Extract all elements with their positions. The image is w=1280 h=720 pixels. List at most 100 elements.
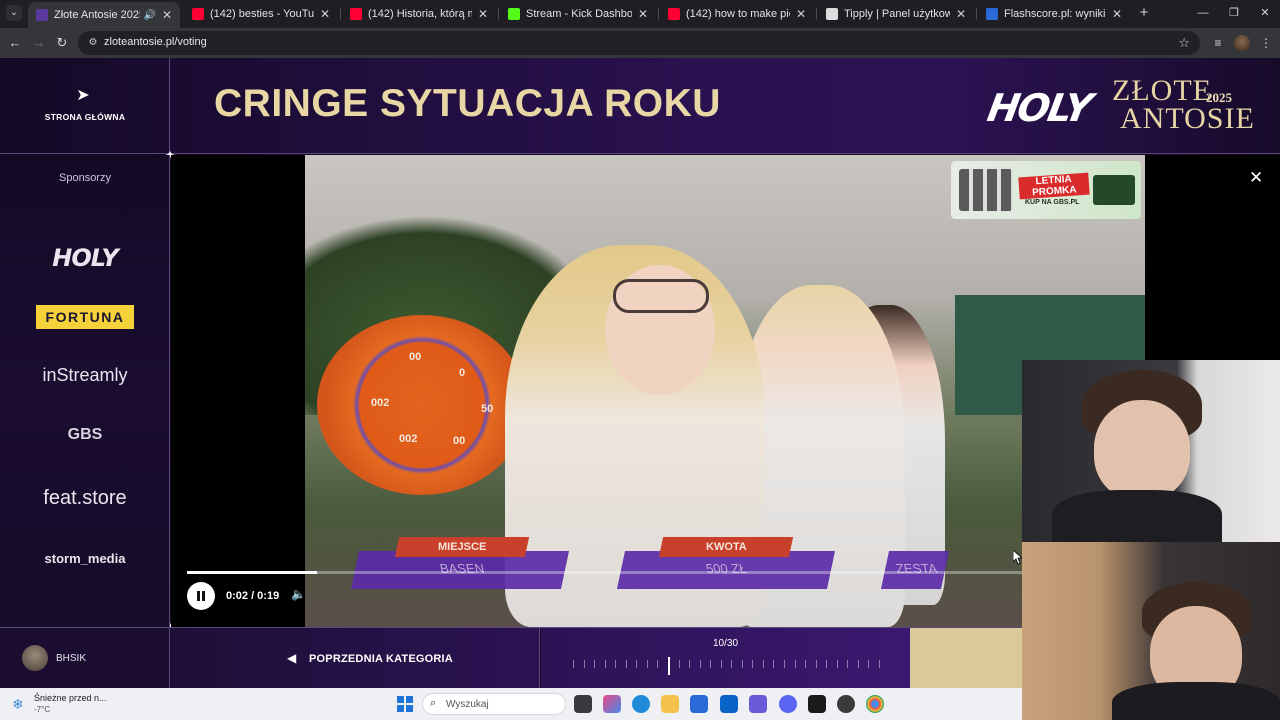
category-tick bbox=[794, 660, 796, 668]
home-button[interactable]: ➤ STRONA GŁÓWNA bbox=[0, 58, 170, 154]
close-tab-icon[interactable]: ✕ bbox=[636, 7, 650, 21]
sponsor-ad-overlay[interactable]: LETNIA PROMKA KUP NA GBS.PL bbox=[951, 161, 1141, 219]
file-explorer-icon[interactable] bbox=[661, 695, 679, 713]
forward-button[interactable]: → bbox=[30, 34, 48, 52]
user-name: BHSIK bbox=[56, 653, 87, 664]
close-tab-icon[interactable]: ✕ bbox=[1110, 7, 1124, 21]
search-placeholder: Wyszukaj bbox=[446, 699, 489, 710]
tab-youtube-besties[interactable]: (142) besties - YouTube ✕ bbox=[184, 2, 338, 26]
tab-separator bbox=[658, 8, 659, 20]
browser-toolbar: ← → ↻ ⚙ zloteantosie.pl/voting ☆ ≡ ⋮ bbox=[0, 28, 1280, 58]
tab-tipply[interactable]: Tipply | Panel użytkownika ✕ bbox=[818, 2, 974, 26]
lower-third-tag: KWOTA bbox=[658, 537, 794, 557]
volume-icon[interactable]: 🔈 bbox=[291, 587, 306, 601]
tab-search-icon[interactable]: ⌄ bbox=[6, 5, 22, 21]
category-tick bbox=[636, 660, 638, 668]
reading-list-icon[interactable]: ≡ bbox=[1210, 35, 1226, 51]
screen: ⌄ Złote Antosie 2025 - Najwię 🔊 ✕ (142) … bbox=[0, 0, 1280, 720]
site-info-icon[interactable]: ⚙ bbox=[86, 36, 100, 50]
tab-separator bbox=[976, 8, 977, 20]
sponsors-title: Sponsorzy bbox=[59, 172, 111, 184]
obs-icon[interactable] bbox=[837, 695, 855, 713]
sponsor-stormmedia-logo[interactable]: storm_media bbox=[0, 551, 170, 566]
user-profile[interactable]: BHSIK bbox=[0, 628, 170, 688]
previous-category-button[interactable]: ◀ POPRZEDNIA KATEGORIA bbox=[171, 628, 540, 688]
holy-logo: HOLY bbox=[984, 86, 1094, 130]
browser-tab-strip: ⌄ Złote Antosie 2025 - Najwię 🔊 ✕ (142) … bbox=[0, 0, 1280, 28]
category-tick bbox=[773, 660, 775, 668]
windows-start-icon[interactable] bbox=[397, 696, 413, 712]
maximize-button[interactable]: ❐ bbox=[1224, 5, 1244, 21]
minimize-button[interactable]: — bbox=[1193, 5, 1213, 21]
profile-avatar[interactable] bbox=[1234, 35, 1250, 51]
close-tab-icon[interactable]: ✕ bbox=[794, 7, 808, 21]
edge-icon[interactable] bbox=[632, 695, 650, 713]
video-progress-bar[interactable] bbox=[187, 571, 1023, 574]
page-header: ➤ STRONA GŁÓWNA CRINGE SYTUACJA ROKU HOL… bbox=[0, 58, 1280, 154]
sponsor-fortuna-logo[interactable]: FORTUNA bbox=[36, 305, 134, 329]
sponsor-instreamly-logo[interactable]: inStreamly bbox=[0, 365, 170, 386]
category-tick bbox=[594, 660, 596, 668]
snow-weather-icon[interactable]: ❄ bbox=[12, 696, 24, 713]
chrome-icon[interactable] bbox=[866, 695, 884, 713]
category-tick bbox=[657, 660, 659, 668]
tab-youtube-historia[interactable]: (142) Historia, którą musisz zna ✕ bbox=[342, 2, 496, 26]
back-button[interactable]: ← bbox=[6, 34, 24, 52]
place-tag: MIEJSCE bbox=[437, 541, 487, 553]
tab-youtube-pickle[interactable]: (142) how to make pickle peps ✕ bbox=[660, 2, 814, 26]
wheel-label: 002 bbox=[399, 433, 418, 445]
category-tick bbox=[573, 660, 574, 668]
wheel-label: 0 bbox=[459, 367, 466, 379]
close-tab-icon[interactable]: ✕ bbox=[160, 8, 174, 22]
close-window-button[interactable]: ✕ bbox=[1255, 5, 1275, 21]
task-view-icon[interactable] bbox=[574, 695, 592, 713]
app-icon[interactable] bbox=[808, 695, 826, 713]
sponsor-gbs-logo[interactable]: GBS bbox=[0, 426, 170, 444]
taskbar-search[interactable]: ⌕ Wyszukaj bbox=[422, 693, 566, 715]
close-tab-icon[interactable]: ✕ bbox=[318, 7, 332, 21]
store-icon[interactable] bbox=[690, 695, 708, 713]
category-tick bbox=[731, 660, 733, 668]
new-tab-button[interactable]: + bbox=[1136, 5, 1152, 21]
youtube-icon bbox=[668, 8, 680, 20]
flashscore-icon bbox=[986, 8, 998, 20]
tab-flashscore[interactable]: Flashscore.pl: wyniki piłki nożn ✕ bbox=[978, 2, 1130, 26]
copilot-icon[interactable] bbox=[603, 695, 621, 713]
glasses bbox=[613, 279, 709, 313]
teams-icon[interactable] bbox=[749, 695, 767, 713]
home-label: STRONA GŁÓWNA bbox=[44, 112, 126, 122]
address-bar[interactable]: ⚙ zloteantosie.pl/voting ☆ bbox=[78, 31, 1200, 55]
close-video-button[interactable]: ✕ bbox=[1249, 169, 1263, 186]
logo-line-2: ANTOSIE bbox=[1120, 102, 1255, 135]
sponsor-holy-logo[interactable]: HOLY bbox=[0, 244, 170, 272]
prize-wheel: 00 0 002 50 002 00 bbox=[317, 315, 527, 495]
category-tick bbox=[741, 660, 743, 668]
tab-zlote-antosie[interactable]: Złote Antosie 2025 - Najwię 🔊 ✕ bbox=[28, 2, 180, 28]
category-counter: 10/30 bbox=[712, 638, 739, 649]
sponsor-featstore-logo[interactable]: feat.store bbox=[0, 487, 170, 510]
category-tick-current bbox=[667, 657, 670, 675]
close-tab-icon[interactable]: ✕ bbox=[954, 7, 968, 21]
discord-icon[interactable] bbox=[779, 695, 797, 713]
category-tick bbox=[857, 660, 859, 668]
tab-kick-dashboard[interactable]: Stream - Kick Dashboard ✕ bbox=[500, 2, 656, 26]
lower-third-set: ZESTA bbox=[880, 537, 950, 589]
youtube-icon bbox=[350, 8, 362, 20]
chrome-menu-icon[interactable]: ⋮ bbox=[1258, 35, 1274, 51]
lower-third-place: MIEJSCE BASEN bbox=[350, 537, 575, 589]
pause-button[interactable] bbox=[187, 582, 215, 610]
weather-temp[interactable]: -7°C bbox=[34, 705, 50, 714]
speaker-icon[interactable]: 🔊 bbox=[144, 10, 156, 21]
video-progress-fill bbox=[187, 571, 317, 574]
bookmark-star-icon[interactable]: ☆ bbox=[1178, 35, 1190, 51]
url-text: zloteantosie.pl/voting bbox=[104, 36, 207, 48]
video-time: 0:02 / 0:19 bbox=[226, 590, 280, 602]
back-arrow-icon: ➤ bbox=[76, 87, 90, 104]
outlook-icon[interactable] bbox=[720, 695, 738, 713]
category-tick bbox=[604, 660, 606, 668]
reload-button[interactable]: ↻ bbox=[53, 34, 71, 52]
site-favicon-icon bbox=[36, 9, 48, 21]
amount-tag: KWOTA bbox=[705, 541, 747, 553]
weather-title[interactable]: Śnieżne przed n... bbox=[34, 693, 107, 703]
close-tab-icon[interactable]: ✕ bbox=[476, 7, 490, 21]
